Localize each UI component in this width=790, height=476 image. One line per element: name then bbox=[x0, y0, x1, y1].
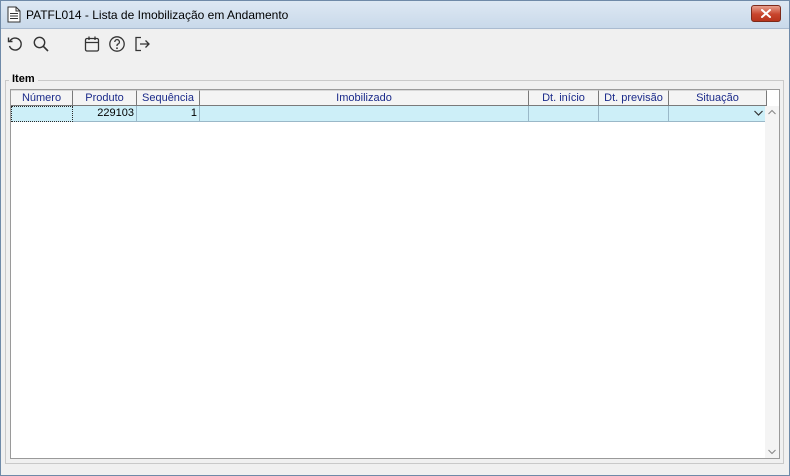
cell-imobilizado[interactable] bbox=[200, 106, 529, 122]
search-icon bbox=[33, 36, 49, 52]
chevron-down-icon[interactable] bbox=[767, 448, 777, 456]
column-header-produto[interactable]: Produto bbox=[73, 90, 137, 106]
help-icon bbox=[109, 36, 125, 52]
title-bar[interactable]: PATFL014 - Lista de Imobilização em Anda… bbox=[1, 1, 789, 29]
table-header: Número Produto Sequência Imobilizado Dt.… bbox=[11, 90, 767, 106]
cell-produto[interactable]: 229103 bbox=[73, 106, 137, 122]
column-header-dt-inicio[interactable]: Dt. início bbox=[529, 90, 599, 106]
column-header-situacao[interactable]: Situação bbox=[669, 90, 767, 106]
calendar-button[interactable] bbox=[82, 34, 102, 54]
column-header-dt-previsao[interactable]: Dt. previsão bbox=[599, 90, 669, 106]
items-table[interactable]: Número Produto Sequência Imobilizado Dt.… bbox=[10, 89, 780, 459]
table-row[interactable]: 229103 1 bbox=[11, 106, 767, 122]
cell-situacao[interactable] bbox=[669, 106, 767, 122]
chevron-up-icon[interactable] bbox=[767, 108, 777, 116]
refresh-button[interactable] bbox=[5, 34, 25, 54]
exit-button[interactable] bbox=[132, 34, 152, 54]
vertical-scrollbar[interactable] bbox=[765, 106, 779, 458]
search-button[interactable] bbox=[31, 34, 51, 54]
exit-icon bbox=[135, 36, 150, 52]
group-label: Item bbox=[9, 73, 38, 85]
calendar-icon bbox=[84, 36, 100, 52]
column-header-sequencia[interactable]: Sequência bbox=[137, 90, 200, 106]
cell-sequencia[interactable]: 1 bbox=[137, 106, 200, 122]
help-button[interactable] bbox=[107, 34, 127, 54]
document-icon bbox=[7, 6, 21, 23]
main-window: PATFL014 - Lista de Imobilização em Anda… bbox=[0, 0, 790, 476]
cell-dt-previsao[interactable] bbox=[599, 106, 669, 122]
refresh-icon bbox=[7, 37, 22, 51]
cell-dt-inicio[interactable] bbox=[529, 106, 599, 122]
window-title: PATFL014 - Lista de Imobilização em Anda… bbox=[26, 8, 289, 22]
column-header-numero[interactable]: Número bbox=[11, 90, 73, 106]
close-button[interactable] bbox=[751, 5, 781, 22]
column-header-imobilizado[interactable]: Imobilizado bbox=[200, 90, 529, 106]
toolbar bbox=[1, 30, 789, 60]
close-icon bbox=[761, 9, 771, 18]
cell-numero[interactable] bbox=[11, 106, 73, 122]
chevron-down-icon[interactable] bbox=[753, 108, 764, 118]
